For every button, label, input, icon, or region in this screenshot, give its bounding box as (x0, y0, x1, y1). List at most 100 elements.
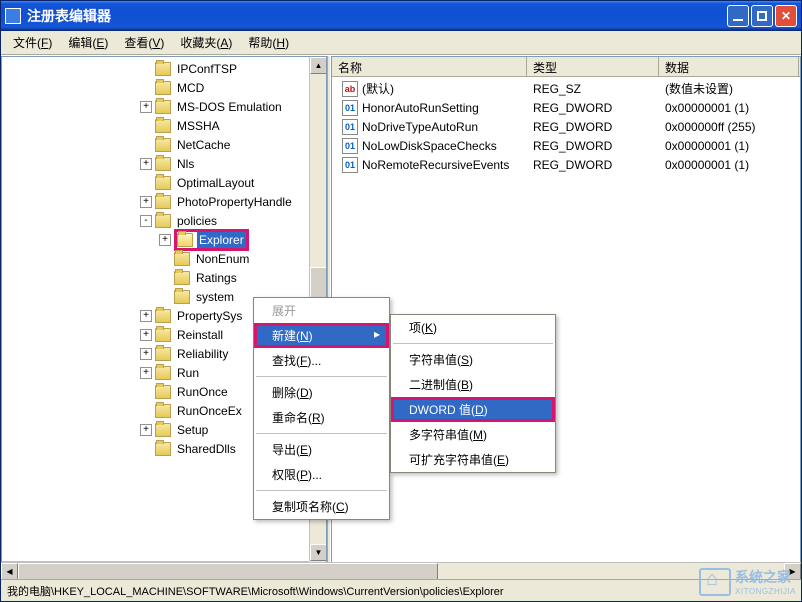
folder-icon (155, 176, 171, 190)
value-data: 0x00000001 (1) (659, 158, 799, 172)
menu-item-二进制值[interactable]: 二进制值(B) (391, 372, 555, 397)
folder-icon (155, 100, 171, 114)
menu-separator (256, 490, 387, 491)
tree-item-NonEnum[interactable]: NonEnum (2, 249, 326, 268)
minimize-button[interactable] (727, 5, 749, 27)
value-name: NoDriveTypeAutoRun (362, 120, 478, 134)
value-icon: 01 (342, 100, 358, 116)
folder-icon (155, 442, 171, 456)
folder-icon (174, 290, 190, 304)
value-data: (数值未设置) (659, 80, 799, 97)
tree-label: MS-DOS Emulation (175, 99, 284, 115)
value-type: REG_SZ (527, 82, 659, 96)
menu-编辑[interactable]: 编辑(E) (60, 32, 116, 53)
value-name: NoLowDiskSpaceChecks (362, 139, 497, 153)
tree-item-PhotoPropertyHandle[interactable]: + PhotoPropertyHandle (2, 192, 326, 211)
expand-toggle[interactable]: + (140, 329, 152, 341)
tree-label: Reliability (175, 346, 230, 362)
value-icon: ab (342, 81, 358, 97)
tree-item-NetCache[interactable]: NetCache (2, 135, 326, 154)
tree-item-Nls[interactable]: +Nls (2, 154, 326, 173)
menu-item-字符串值[interactable]: 字符串值(S) (391, 347, 555, 372)
menu-item-权限[interactable]: 权限(P)... (254, 462, 389, 487)
maximize-button[interactable] (751, 5, 773, 27)
menu-收藏夹[interactable]: 收藏夹(A) (172, 32, 240, 53)
menu-帮助[interactable]: 帮助(H) (240, 32, 297, 53)
tree-item-Ratings[interactable]: Ratings (2, 268, 326, 287)
content-area: IPConfTSP MCD + MS-DOS Emulation MSSHA NetCac… (1, 55, 801, 579)
menu-item-重命名[interactable]: 重命名(R) (254, 405, 389, 430)
value-type: REG_DWORD (527, 158, 659, 172)
scroll-up-button[interactable]: ▲ (310, 57, 327, 74)
menu-item-删除[interactable]: 删除(D) (254, 380, 389, 405)
folder-icon (155, 119, 171, 133)
registry-value-row[interactable]: 01NoDriveTypeAutoRunREG_DWORD0x000000ff … (332, 117, 800, 136)
scroll-thumb-h[interactable] (331, 563, 438, 579)
value-data: 0x00000001 (1) (659, 101, 799, 115)
menu-item-展开: 展开 (254, 298, 389, 323)
tree-label: MCD (175, 80, 206, 96)
tree-item-IPConfTSP[interactable]: IPConfTSP (2, 59, 326, 78)
menu-item-DWORD 值[interactable]: DWORD 值(D) (391, 397, 555, 422)
folder-icon (155, 423, 171, 437)
value-icon: 01 (342, 157, 358, 173)
expand-toggle[interactable]: + (140, 367, 152, 379)
column-header[interactable]: 数据 (659, 57, 799, 76)
titlebar[interactable]: 注册表编辑器 ✕ (1, 1, 801, 31)
expand-toggle[interactable]: + (140, 310, 152, 322)
menu-item-多字符串值[interactable]: 多字符串值(M) (391, 422, 555, 447)
registry-value-row[interactable]: 01NoLowDiskSpaceChecksREG_DWORD0x0000000… (332, 136, 800, 155)
expand-toggle[interactable]: - (140, 215, 152, 227)
statusbar: 我的电脑\HKEY_LOCAL_MACHINE\SOFTWARE\Microso… (1, 579, 801, 601)
folder-icon (155, 385, 171, 399)
expand-toggle[interactable]: + (140, 101, 152, 113)
scroll-down-button[interactable]: ▼ (310, 544, 327, 561)
close-button[interactable]: ✕ (775, 5, 797, 27)
column-header[interactable]: 类型 (527, 57, 659, 76)
brand-icon (699, 568, 731, 596)
tree-item-MS-DOS Emulation[interactable]: + MS-DOS Emulation (2, 97, 326, 116)
menu-item-复制项名称[interactable]: 复制项名称(C) (254, 494, 389, 519)
menu-item-项[interactable]: 项(K) (391, 315, 555, 340)
column-header[interactable]: 名称 (332, 57, 527, 76)
registry-value-row[interactable]: 01HonorAutoRunSettingREG_DWORD0x00000001… (332, 98, 800, 117)
menu-item-新建[interactable]: 新建(N) (254, 323, 389, 348)
menu-item-可扩充字符串值[interactable]: 可扩充字符串值(E) (391, 447, 555, 472)
expand-toggle[interactable]: + (140, 424, 152, 436)
folder-icon (155, 157, 171, 171)
menu-item-查找[interactable]: 查找(F)... (254, 348, 389, 373)
listview-header[interactable]: 名称类型数据 (332, 57, 800, 77)
tree-label: PhotoPropertyHandle (175, 194, 294, 210)
tree-item-OptimalLayout[interactable]: OptimalLayout (2, 173, 326, 192)
expand-toggle[interactable]: + (140, 196, 152, 208)
menubar: 文件(F)编辑(E)查看(V)收藏夹(A)帮助(H) (1, 31, 801, 55)
folder-icon (174, 271, 190, 285)
tree-item-policies[interactable]: -policies (2, 211, 326, 230)
expand-toggle[interactable]: + (159, 234, 171, 246)
value-name: (默认) (362, 80, 394, 97)
menu-item-导出[interactable]: 导出(E) (254, 437, 389, 462)
tree-label: PropertySys (175, 308, 244, 324)
expand-toggle[interactable]: + (140, 158, 152, 170)
tree-item-MCD[interactable]: MCD (2, 78, 326, 97)
tree-label: NetCache (175, 137, 232, 153)
tree-label: RunOnce (175, 384, 230, 400)
tree-label: MSSHA (175, 118, 222, 134)
value-data: 0x000000ff (255) (659, 120, 799, 134)
context-menu-main[interactable]: 展开新建(N)查找(F)... 删除(D)重命名(R) 导出(E)权限(P)... 复… (253, 297, 390, 520)
context-submenu-new[interactable]: 项(K) 字符串值(S)二进制值(B)DWORD 值(D)多字符串值(M)可扩充字… (390, 314, 556, 473)
tree-item-MSSHA[interactable]: MSSHA (2, 116, 326, 135)
tree-label: Reinstall (175, 327, 225, 343)
value-name: HonorAutoRunSetting (362, 101, 479, 115)
tree-label: NonEnum (194, 251, 251, 267)
folder-icon (155, 328, 171, 342)
brand-watermark: 系统之家 XITONGZHIJIA (699, 567, 796, 596)
menu-文件[interactable]: 文件(F) (5, 32, 60, 53)
registry-value-row[interactable]: 01NoRemoteRecursiveEventsREG_DWORD0x0000… (332, 155, 800, 174)
tree-item-Explorer[interactable]: +Explorer (2, 230, 326, 249)
folder-icon (155, 195, 171, 209)
expand-toggle[interactable]: + (140, 348, 152, 360)
menu-查看[interactable]: 查看(V) (116, 32, 172, 53)
registry-value-row[interactable]: ab(默认) REG_SZ(数值未设置) (332, 79, 800, 98)
tree-label: RunOnceEx (175, 403, 244, 419)
